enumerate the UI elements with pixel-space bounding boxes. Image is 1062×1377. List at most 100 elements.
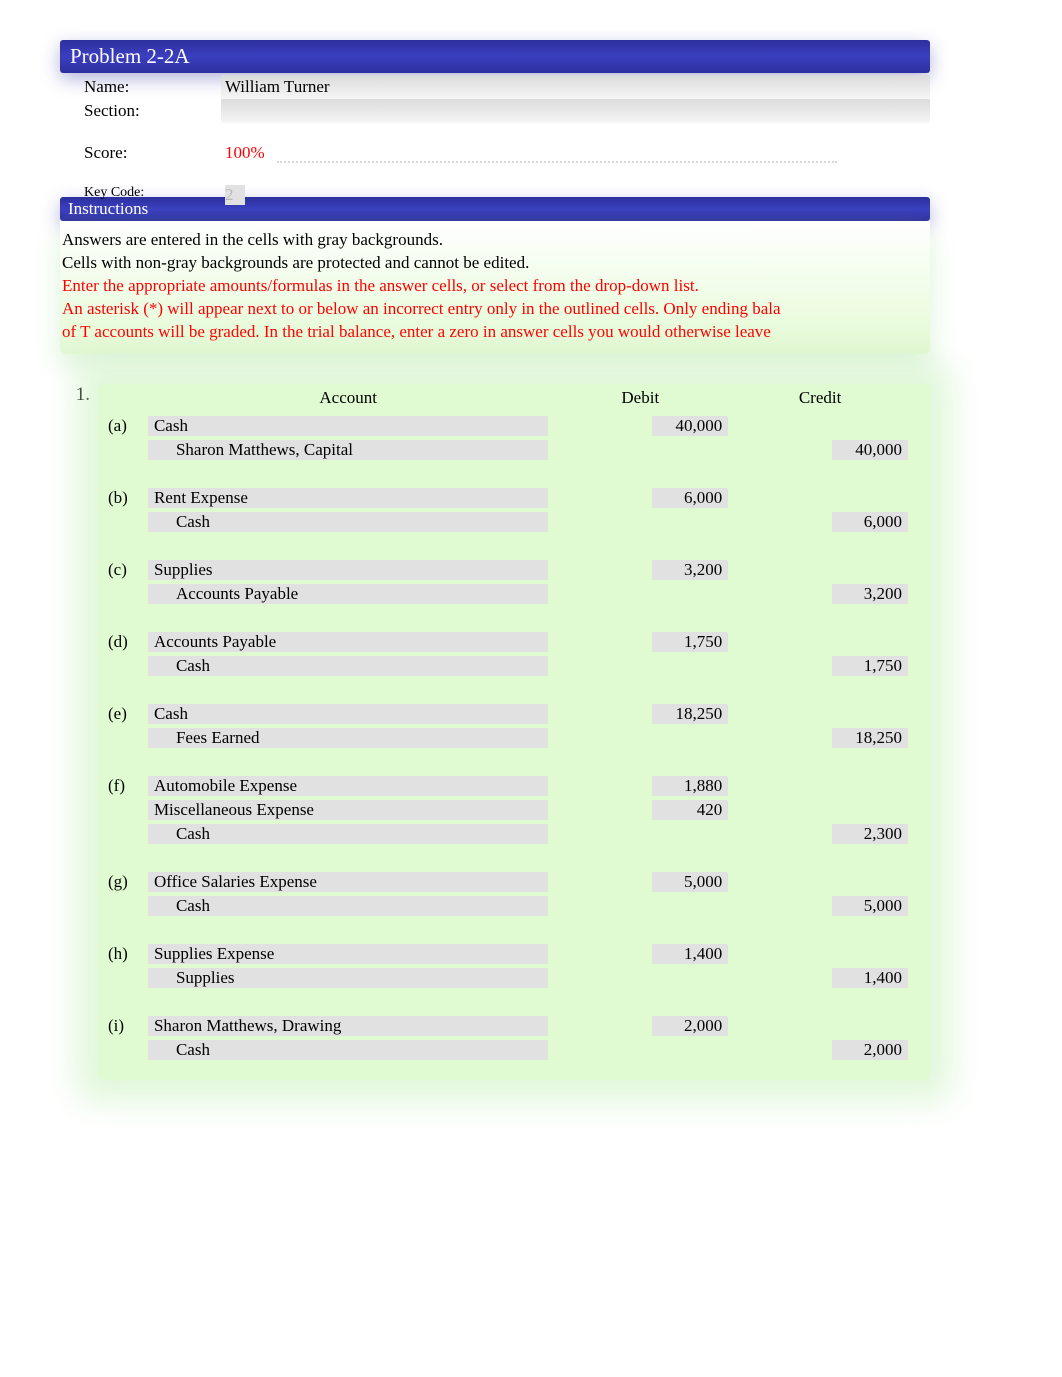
- account-cell[interactable]: Sharon Matthews, Capital: [148, 440, 548, 460]
- account-cell[interactable]: Supplies Expense: [148, 944, 548, 964]
- journal-row: Cash 6,000: [106, 510, 910, 534]
- credit-cell[interactable]: 2,000: [832, 1040, 908, 1060]
- debit-cell[interactable]: 2,000: [652, 1016, 728, 1036]
- debit-cell[interactable]: 3,200: [652, 560, 728, 580]
- instructions-title: Instructions: [68, 199, 148, 218]
- account-cell[interactable]: Cash: [148, 704, 548, 724]
- account-cell[interactable]: Cash: [148, 1040, 548, 1060]
- entry-letter: (b): [106, 486, 146, 510]
- debit-cell[interactable]: 1,400: [652, 944, 728, 964]
- account-cell[interactable]: Automobile Expense: [148, 776, 548, 796]
- section-field[interactable]: [221, 99, 930, 123]
- account-cell[interactable]: Cash: [148, 656, 548, 676]
- credit-cell[interactable]: 18,250: [832, 728, 908, 748]
- question-number: 1.: [60, 384, 98, 406]
- entry-letter: [106, 438, 146, 462]
- account-cell[interactable]: Cash: [148, 512, 548, 532]
- journal-row: Cash 5,000: [106, 894, 910, 918]
- account-cell[interactable]: Supplies: [148, 560, 548, 580]
- credit-cell[interactable]: 1,750: [832, 656, 908, 676]
- col-header-debit: Debit: [550, 384, 730, 414]
- journal-panel: Account Debit Credit (a)Cash40,000Sharon…: [98, 384, 930, 1080]
- name-label: Name:: [60, 75, 221, 99]
- journal-row: Cash 2,000: [106, 1038, 910, 1062]
- entry-letter: (d): [106, 630, 146, 654]
- entry-letter: (h): [106, 942, 146, 966]
- account-cell[interactable]: Fees Earned: [148, 728, 548, 748]
- entry-letter: (f): [106, 774, 146, 798]
- credit-cell[interactable]: 3,200: [832, 584, 908, 604]
- entry-letter: (i): [106, 1014, 146, 1038]
- problem-title: Problem 2-2A: [70, 44, 190, 68]
- spacer-row: [106, 750, 910, 774]
- journal-row: (i)Sharon Matthews, Drawing 2,000: [106, 1014, 910, 1038]
- spacer-row: [106, 606, 910, 630]
- credit-cell[interactable]: 6,000: [832, 512, 908, 532]
- instruction-line-5: of T accounts will be graded. In the tri…: [62, 321, 928, 344]
- score-label: Score:: [60, 141, 221, 165]
- journal-row: Accounts Payable 3,200: [106, 582, 910, 606]
- entry-letter: [106, 510, 146, 534]
- entry-letter: [106, 894, 146, 918]
- entry-letter: [106, 822, 146, 846]
- entry-letter: [106, 582, 146, 606]
- credit-cell[interactable]: 1,400: [832, 968, 908, 988]
- account-cell[interactable]: Accounts Payable: [148, 584, 548, 604]
- spacer-row: [106, 990, 910, 1014]
- debit-cell[interactable]: 1,880: [652, 776, 728, 796]
- account-cell[interactable]: Office Salaries Expense: [148, 872, 548, 892]
- entry-letter: (g): [106, 870, 146, 894]
- instruction-line-3: Enter the appropriate amounts/formulas i…: [62, 275, 928, 298]
- instruction-line-1: Answers are entered in the cells with gr…: [62, 229, 928, 252]
- col-header-account: Account: [146, 384, 550, 414]
- credit-cell[interactable]: 40,000: [832, 440, 908, 460]
- instructions-block: Answers are entered in the cells with gr…: [60, 221, 930, 354]
- debit-cell[interactable]: 18,250: [652, 704, 728, 724]
- debit-cell[interactable]: 6,000: [652, 488, 728, 508]
- journal-row: (a)Cash 40,000: [106, 414, 910, 438]
- name-field[interactable]: William Turner: [221, 75, 930, 99]
- journal-row: Fees Earned 18,250: [106, 726, 910, 750]
- debit-cell[interactable]: 40,000: [652, 416, 728, 436]
- debit-cell[interactable]: 420: [652, 800, 728, 820]
- score-text: 100%: [225, 143, 265, 162]
- entry-letter: (a): [106, 414, 146, 438]
- spacer-row: [106, 918, 910, 942]
- account-cell[interactable]: Supplies: [148, 968, 548, 988]
- account-cell[interactable]: Cash: [148, 896, 548, 916]
- journal-row: Cash 2,300: [106, 822, 910, 846]
- account-cell[interactable]: Sharon Matthews, Drawing: [148, 1016, 548, 1036]
- col-header-credit: Credit: [730, 384, 910, 414]
- spacer-row: [106, 678, 910, 702]
- entry-letter: (c): [106, 558, 146, 582]
- account-cell[interactable]: Miscellaneous Expense: [148, 800, 548, 820]
- journal-row: (h)Supplies Expense 1,400: [106, 942, 910, 966]
- journal-row: Cash 1,750: [106, 654, 910, 678]
- score-value: 100%: [221, 141, 930, 165]
- spacer-row: [106, 534, 910, 558]
- journal-row: (c)Supplies 3,200: [106, 558, 910, 582]
- journal-row: Supplies 1,400: [106, 966, 910, 990]
- spacer-row: [106, 846, 910, 870]
- credit-cell[interactable]: 2,300: [832, 824, 908, 844]
- instruction-line-2: Cells with non-gray backgrounds are prot…: [62, 252, 928, 275]
- entry-letter: [106, 966, 146, 990]
- debit-cell[interactable]: 1,750: [652, 632, 728, 652]
- account-cell[interactable]: Rent Expense: [148, 488, 548, 508]
- journal-row: (f)Automobile Expense 1,880: [106, 774, 910, 798]
- instruction-line-4: An asterisk (*) will appear next to or b…: [62, 298, 928, 321]
- student-info-table: Name: William Turner Section: Score: 100…: [60, 75, 930, 207]
- keycode-value[interactable]: 2: [225, 185, 245, 205]
- debit-cell[interactable]: 5,000: [652, 872, 728, 892]
- account-cell[interactable]: Cash: [148, 824, 548, 844]
- problem-title-bar: Problem 2-2A: [60, 40, 930, 73]
- spacer-row: [106, 462, 910, 486]
- account-cell[interactable]: Cash: [148, 416, 548, 436]
- section-label: Section:: [60, 99, 221, 123]
- entry-letter: [106, 1038, 146, 1062]
- entry-letter: [106, 654, 146, 678]
- journal-row: (b)Rent Expense 6,000: [106, 486, 910, 510]
- credit-cell[interactable]: 5,000: [832, 896, 908, 916]
- account-cell[interactable]: Accounts Payable: [148, 632, 548, 652]
- journal-row: (e)Cash18,250: [106, 702, 910, 726]
